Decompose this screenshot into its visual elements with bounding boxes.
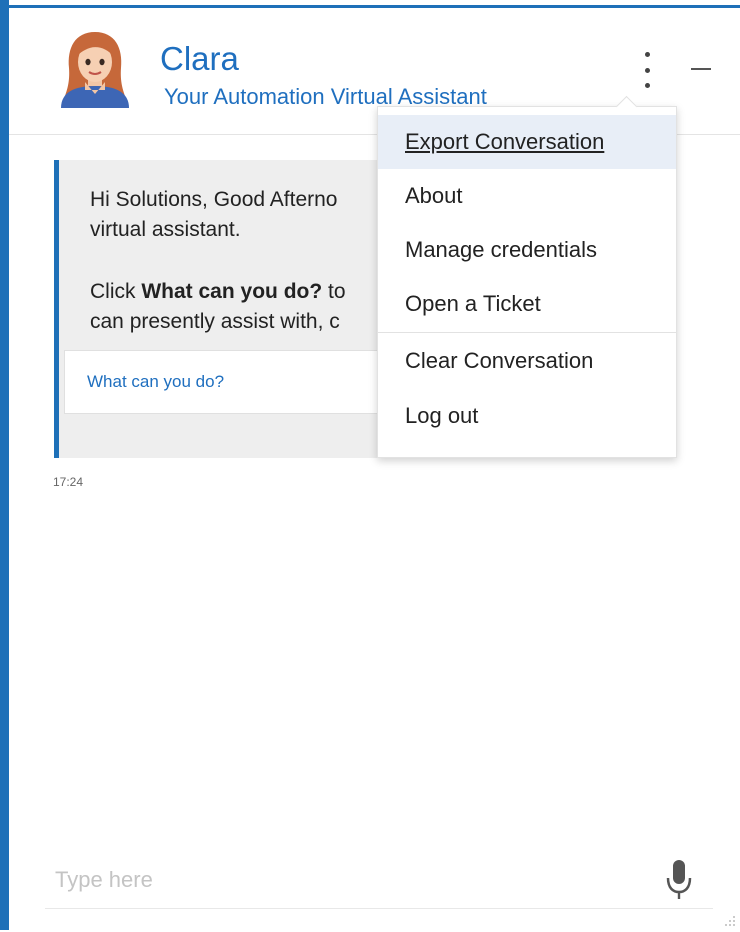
quick-reply-button[interactable]: What can you do? [64,350,399,414]
bot-message-text: Hi Solutions, Good Afterno virtual assis… [90,185,399,337]
assistant-subtitle: Your Automation Virtual Assistant [164,84,487,109]
options-menu: Export Conversation About Manage credent… [377,95,677,458]
assistant-name: Clara [160,40,239,77]
bot-message-card: Hi Solutions, Good Afterno virtual assis… [54,160,399,458]
menu-item-about[interactable]: About [378,169,676,223]
message-line: can presently assist with, c [90,310,340,333]
message-line: Click What can you do? to [90,280,346,303]
message-bold-text: What can you do? [141,280,323,303]
message-line: virtual assistant. [90,218,241,241]
kebab-menu-icon[interactable] [636,52,658,88]
message-line: Hi Solutions, Good Afterno [90,188,338,211]
chat-window: Clara Your Automation Virtual Assistant … [9,5,740,930]
quick-reply-label: What can you do? [87,372,225,391]
window-edge [0,0,9,930]
microphone-icon[interactable] [665,858,693,902]
menu-item-log-out[interactable]: Log out [378,389,676,443]
minimize-icon[interactable] [689,60,713,78]
female-avatar-icon [55,26,135,108]
message-timestamp: 17:24 [53,475,84,489]
menu-item-export-conversation[interactable]: Export Conversation [378,115,676,169]
resize-grip-icon[interactable] [724,914,736,926]
menu-item-open-ticket[interactable]: Open a Ticket [378,277,676,331]
menu-divider [378,332,676,333]
menu-item-clear-conversation[interactable]: Clear Conversation [378,334,676,388]
message-input[interactable] [53,862,617,898]
menu-item-manage-credentials[interactable]: Manage credentials [378,223,676,277]
message-composer [45,850,713,909]
